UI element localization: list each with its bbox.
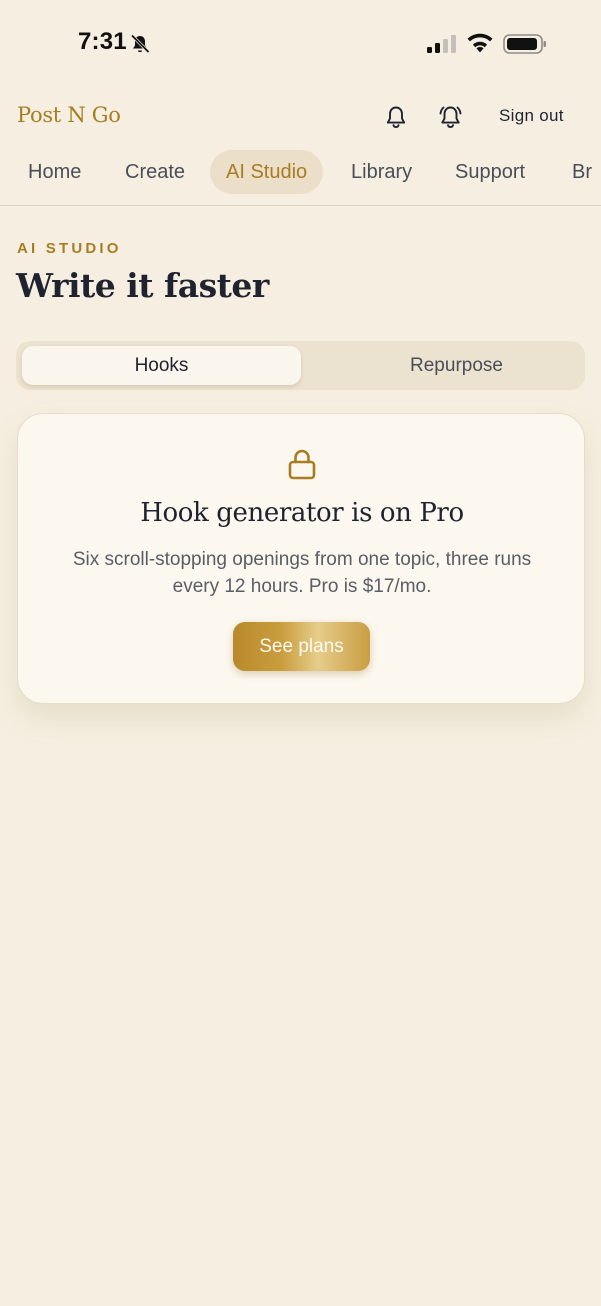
status-time: 7:31 bbox=[78, 28, 127, 55]
battery-icon bbox=[503, 34, 546, 54]
section-eyebrow: AI STUDIO bbox=[17, 240, 122, 257]
pro-upsell-card: Hook generator is on Pro Six scroll-stop… bbox=[17, 413, 585, 704]
top-nav: Home Create AI Studio Library Support Br bbox=[0, 148, 601, 206]
bell-ringing-icon[interactable] bbox=[437, 104, 464, 130]
nav-item-truncated[interactable]: Br bbox=[572, 150, 592, 194]
card-description: Six scroll-stopping openings from one to… bbox=[72, 549, 532, 597]
card-title: Hook generator is on Pro bbox=[140, 498, 464, 528]
nav-item-library[interactable]: Library bbox=[351, 150, 412, 194]
sign-out-button[interactable]: Sign out bbox=[499, 106, 564, 126]
nav-item-ai-studio[interactable]: AI Studio bbox=[210, 150, 324, 194]
nav-item-create[interactable]: Create bbox=[125, 150, 185, 194]
lock-icon bbox=[288, 449, 316, 480]
nav-item-support[interactable]: Support bbox=[455, 150, 525, 194]
tab-hooks[interactable]: Hooks bbox=[22, 346, 301, 385]
app-header: Post N Go Sign out bbox=[0, 96, 601, 140]
bell-icon[interactable] bbox=[384, 104, 408, 130]
wifi-icon bbox=[467, 33, 493, 53]
tab-switcher: Hooks Repurpose bbox=[16, 341, 585, 390]
tab-repurpose[interactable]: Repurpose bbox=[317, 346, 596, 385]
see-plans-button[interactable]: See plans bbox=[233, 622, 370, 671]
bell-slash-icon bbox=[130, 34, 150, 54]
brand-logo[interactable]: Post N Go bbox=[17, 103, 121, 127]
cellular-signal-icon bbox=[427, 35, 456, 53]
page-title: Write it faster bbox=[16, 266, 269, 305]
status-bar: 7:31 bbox=[0, 0, 601, 90]
nav-item-home[interactable]: Home bbox=[28, 150, 81, 194]
